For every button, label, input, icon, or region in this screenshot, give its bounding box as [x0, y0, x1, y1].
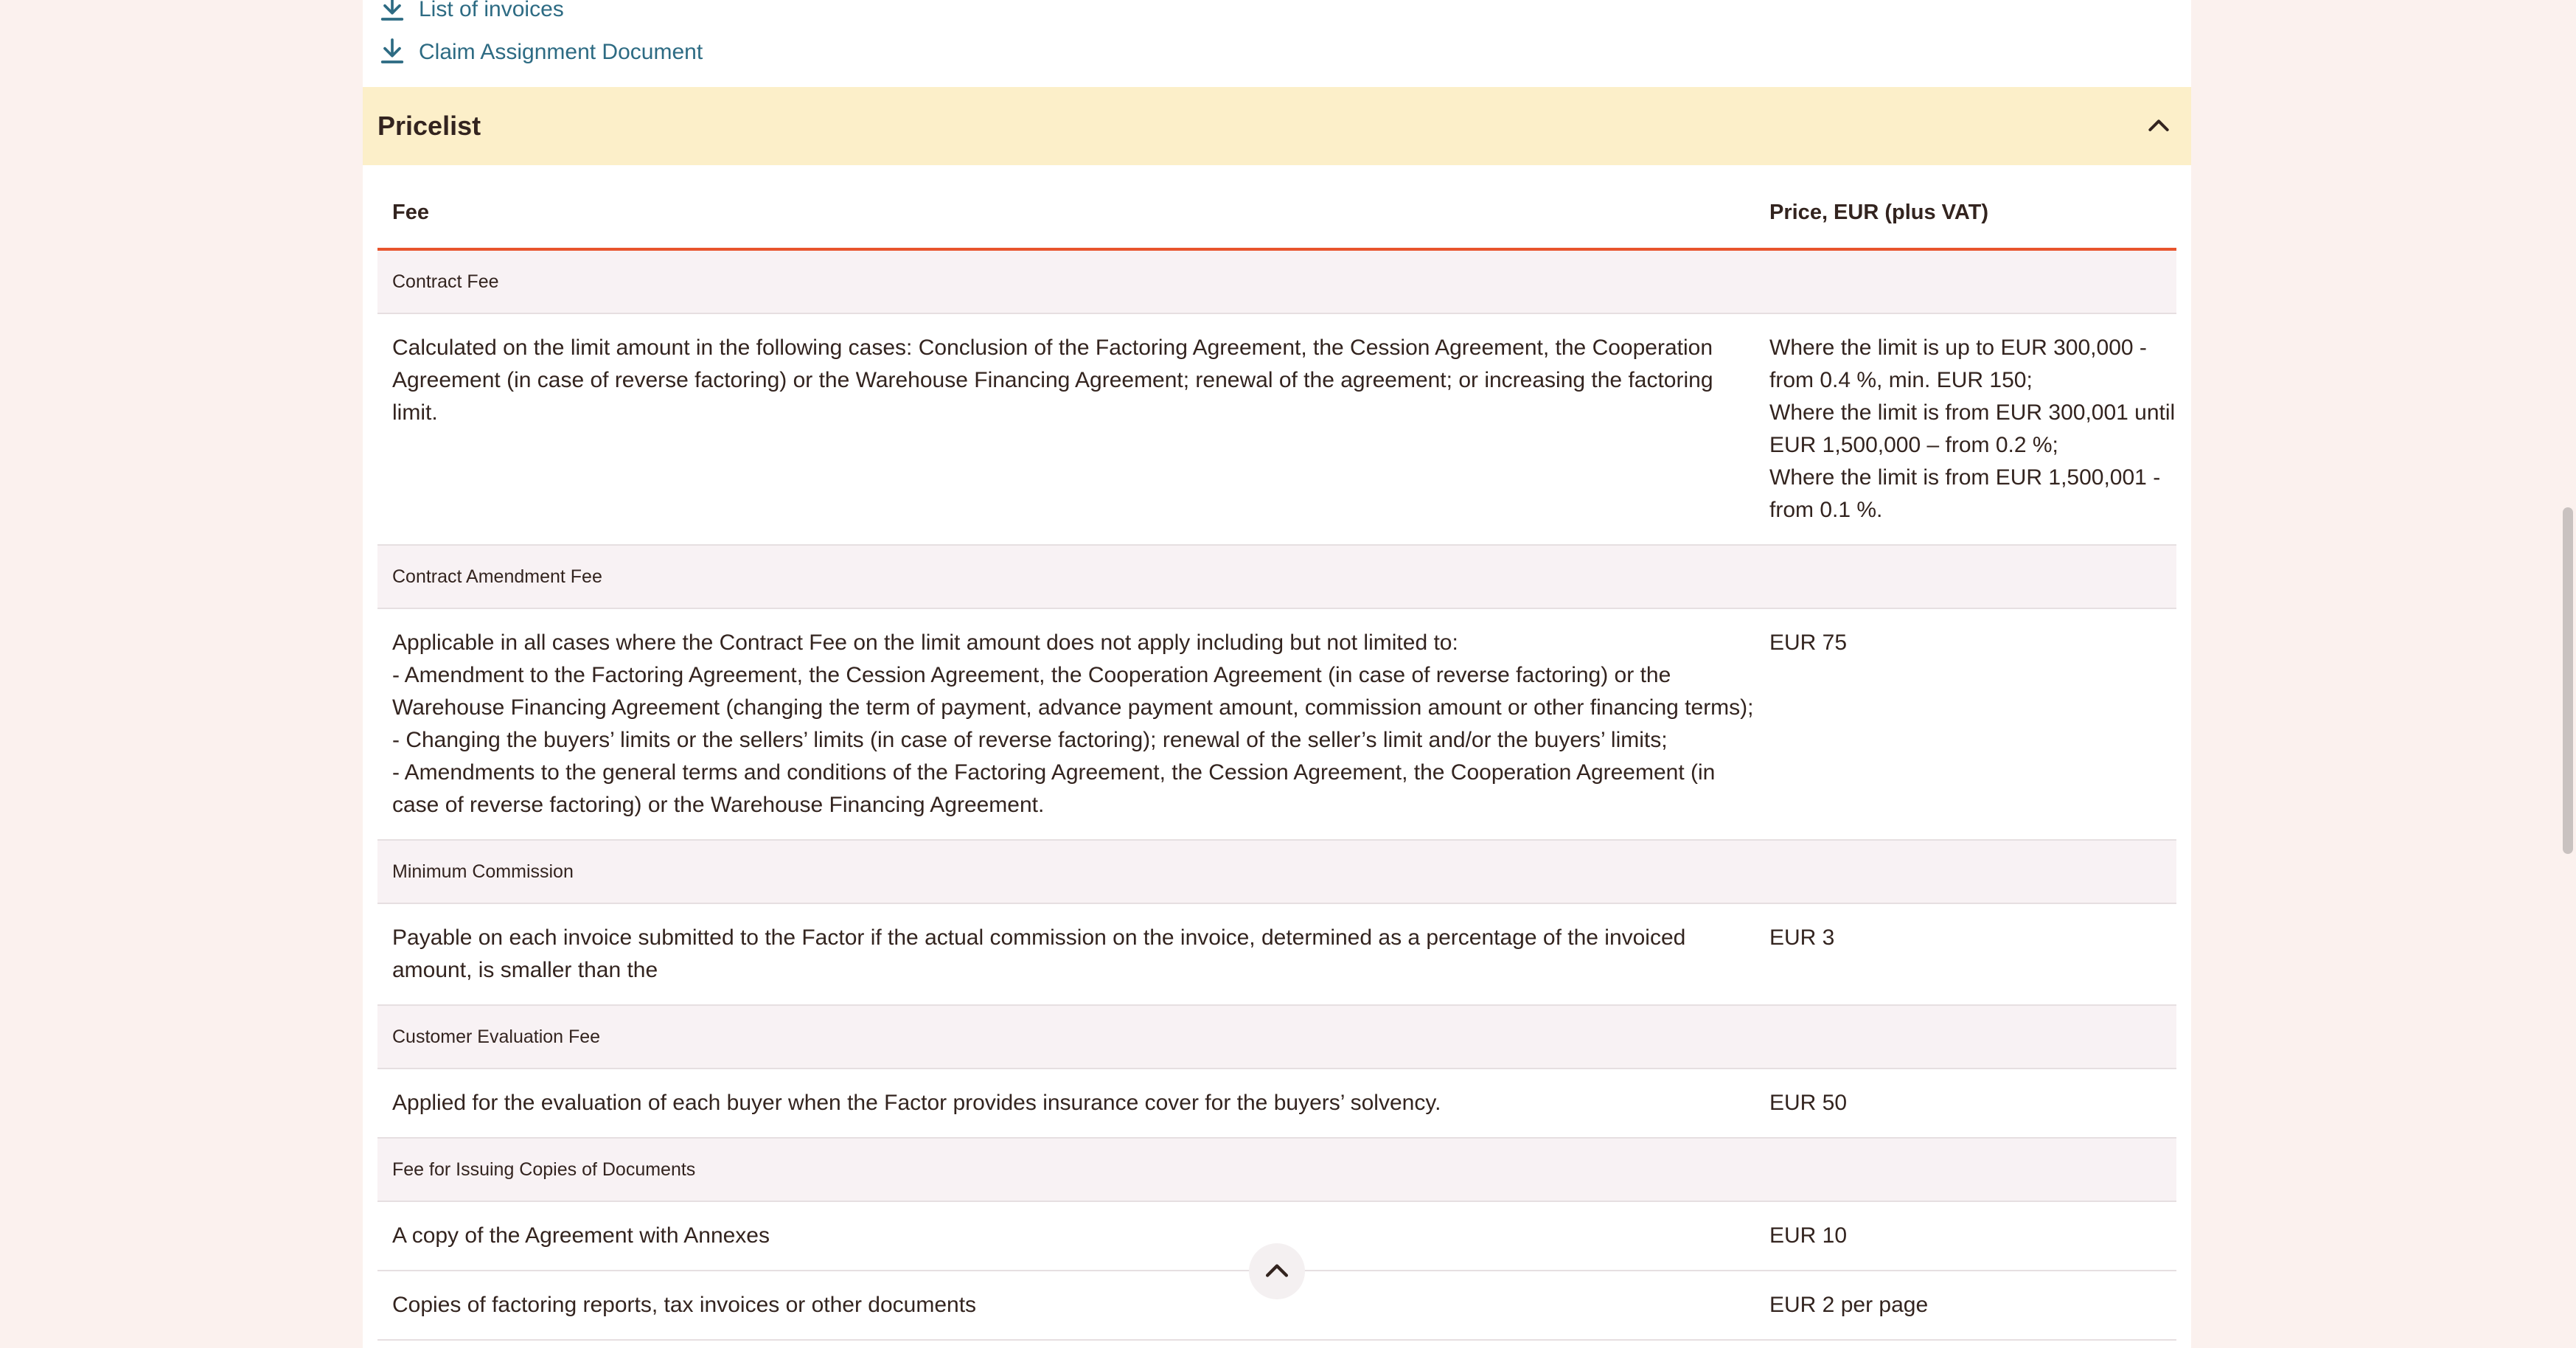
- fee-description: Applied for the evaluation of each buyer…: [392, 1091, 1441, 1115]
- fee-price: EUR 50: [1769, 1091, 1848, 1115]
- fee-description: Applicable in all cases where the Contra…: [392, 630, 1754, 817]
- fee-price: EUR 3: [1769, 925, 1835, 950]
- download-link-list-of-invoices[interactable]: List of invoices: [377, 0, 703, 31]
- fee-description: Payable on each invoice submitted to the…: [392, 925, 1686, 982]
- fee-description: Copies of factoring reports, tax invoice…: [392, 1293, 977, 1317]
- group-row-customer-evaluation-fee: Customer Evaluation Fee: [377, 1006, 2176, 1069]
- group-row-copies-of-documents: Fee for Issuing Copies of Documents: [377, 1139, 2176, 1202]
- page-scrollbar[interactable]: [2560, 0, 2576, 1348]
- download-icon: [380, 0, 404, 21]
- scroll-to-top-button[interactable]: [1249, 1243, 1305, 1299]
- pricelist-accordion-header[interactable]: Pricelist: [363, 87, 2191, 165]
- content-panel: List of invoices Claim Assignment Docume…: [363, 0, 2191, 1348]
- fee-price: EUR 10: [1769, 1223, 1848, 1248]
- download-icon: [380, 38, 404, 63]
- group-row-minimum-commission: Minimum Commission: [377, 841, 2176, 904]
- chevron-up-icon[interactable]: [2144, 111, 2173, 141]
- fee-description: A copy of the Agreement with Annexes: [392, 1223, 770, 1248]
- scrollbar-thumb[interactable]: [2563, 507, 2573, 854]
- table-row: Applied for the evaluation of each buyer…: [377, 1069, 2176, 1139]
- column-header-price: Price, EUR (plus VAT): [1769, 200, 1989, 224]
- download-link-label: Claim Assignment Document: [419, 40, 703, 64]
- fee-price: EUR 2 per page: [1769, 1293, 1929, 1317]
- download-link-label: List of invoices: [419, 0, 564, 21]
- chevron-up-icon: [1265, 1264, 1289, 1277]
- fee-price: Where the limit is up to EUR 300,000 - f…: [1769, 336, 2176, 522]
- group-row-contract-fee: Contract Fee: [377, 251, 2176, 314]
- download-link-claim-assignment[interactable]: Claim Assignment Document: [377, 31, 703, 74]
- column-header-fee: Fee: [392, 200, 429, 224]
- table-header: Fee Price, EUR (plus VAT): [377, 177, 2176, 251]
- downloads-list: List of invoices Claim Assignment Docume…: [377, 0, 703, 74]
- group-row-contract-amendment-fee: Contract Amendment Fee: [377, 546, 2176, 609]
- table-row: Calculated on the limit amount in the fo…: [377, 314, 2176, 546]
- table-row: Payable on each invoice submitted to the…: [377, 904, 2176, 1006]
- fee-price: EUR 75: [1769, 630, 1848, 655]
- pricelist-table: Fee Price, EUR (plus VAT) Contract Fee C…: [377, 177, 2176, 1341]
- fee-description: Calculated on the limit amount in the fo…: [392, 336, 1713, 425]
- table-row: Applicable in all cases where the Contra…: [377, 609, 2176, 841]
- pricelist-title: Pricelist: [377, 111, 481, 141]
